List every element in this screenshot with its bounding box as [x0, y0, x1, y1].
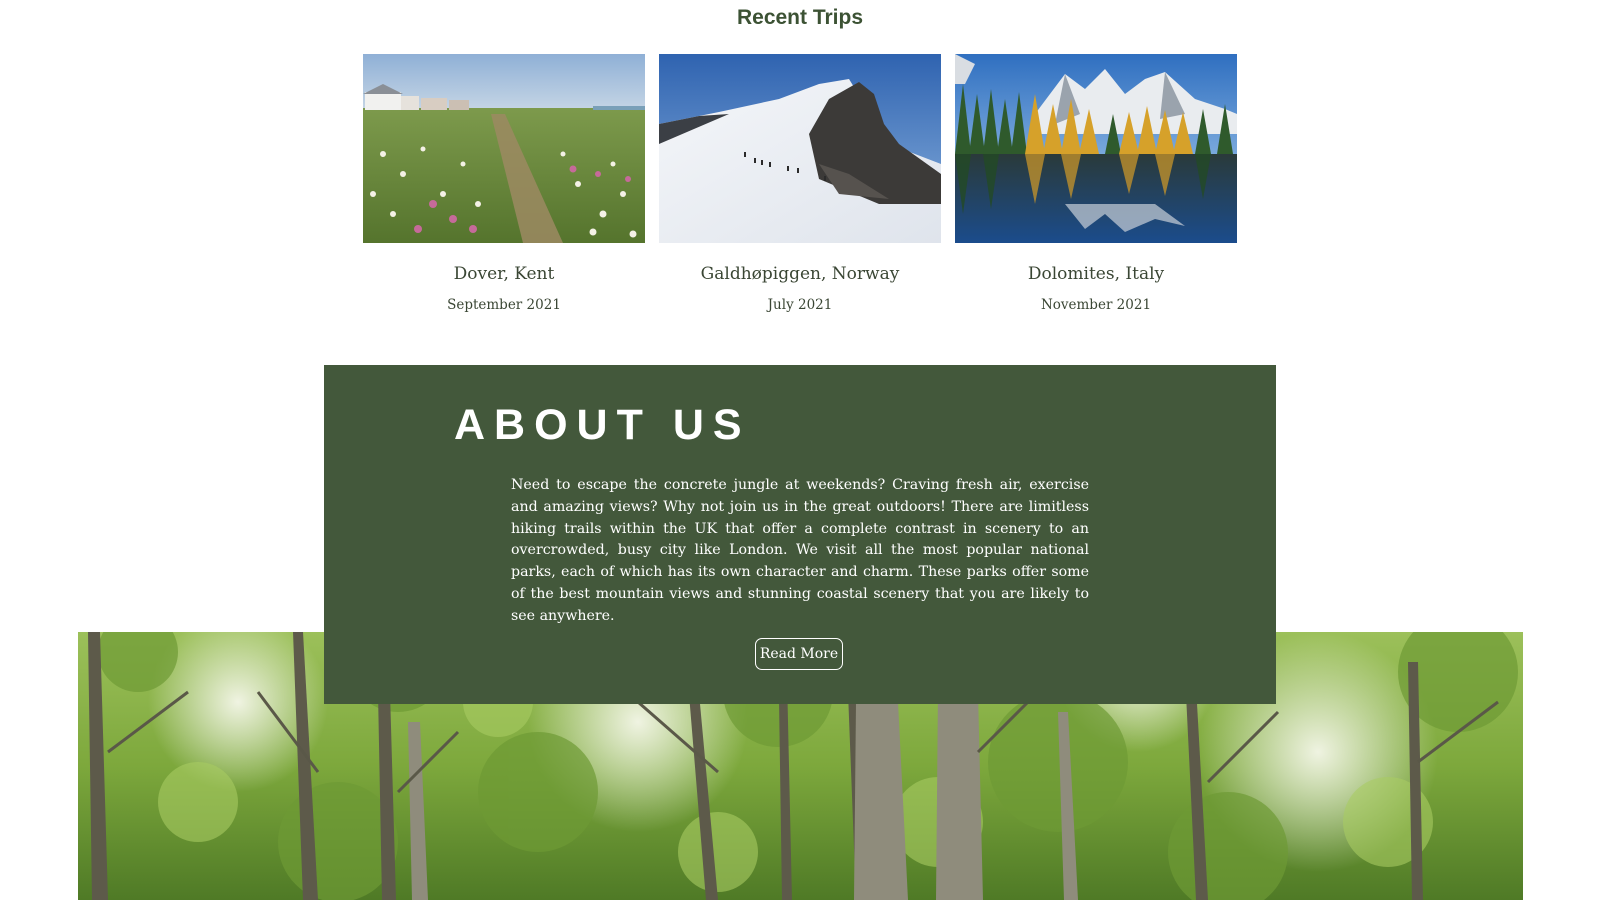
- alpine-lake-photo[interactable]: [955, 54, 1237, 243]
- snowy-mountain-photo[interactable]: [659, 54, 941, 243]
- trip-date: July 2021: [767, 297, 833, 313]
- coastal-meadow-photo[interactable]: [363, 54, 645, 243]
- trip-card-galdhopiggen[interactable]: Galdhøpiggen, Norway July 2021: [659, 54, 941, 314]
- read-more-button[interactable]: Read More: [755, 638, 843, 670]
- about-us-panel: ABOUT US Need to escape the concrete jun…: [324, 365, 1276, 704]
- trip-name: Dolomites, Italy: [1027, 264, 1165, 284]
- trip-date: November 2021: [1040, 297, 1152, 313]
- trip-name: Dover, Kent: [453, 264, 555, 284]
- about-us-title: ABOUT US: [454, 401, 751, 449]
- trip-date: September 2021: [447, 297, 561, 313]
- trip-card-dover[interactable]: Dover, Kent September 2021: [363, 54, 645, 314]
- trip-card-dolomites[interactable]: Dolomites, Italy November 2021: [955, 54, 1237, 314]
- about-us-description: Need to escape the concrete jungle at we…: [511, 477, 1089, 624]
- trip-name: Galdhøpiggen, Norway: [700, 264, 900, 284]
- recent-trips-heading: Recent Trips: [736, 6, 864, 29]
